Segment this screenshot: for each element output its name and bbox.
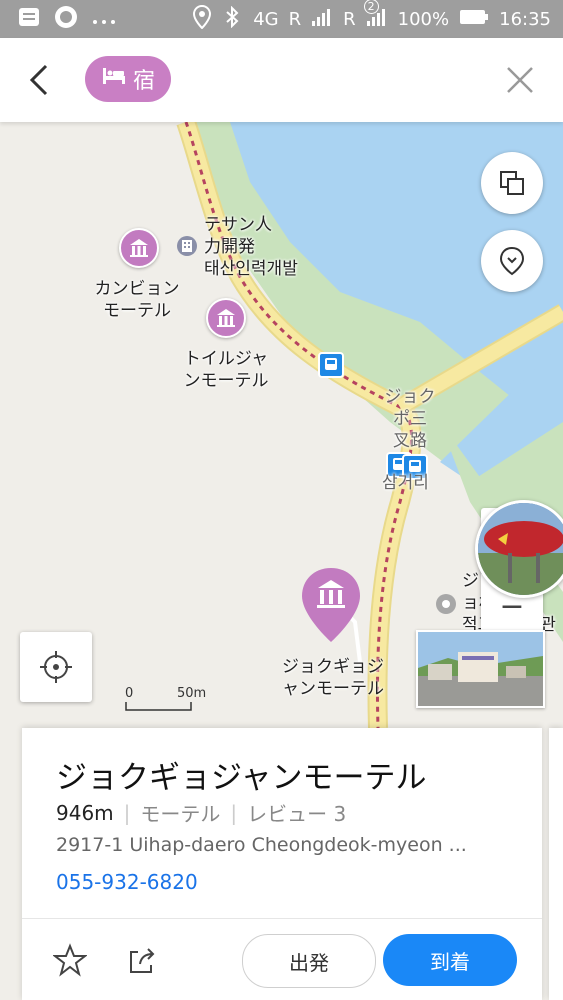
- building-icon: [217, 309, 235, 327]
- bed-icon: [101, 66, 127, 92]
- layers-icon: [500, 171, 524, 195]
- notes-icon: [18, 6, 40, 33]
- map-label-kangbyon: カンビョン モーテル: [94, 279, 180, 321]
- close-button[interactable]: [500, 60, 540, 100]
- next-card-peek[interactable]: [549, 728, 563, 1000]
- more-dots-icon: [92, 9, 116, 30]
- place-distance: 946m: [56, 800, 114, 825]
- star-icon: [53, 943, 87, 977]
- signal-icon-2: 2: [363, 0, 388, 32]
- roaming-indicator-1: R: [288, 8, 302, 30]
- place-meta: 946m | モーテル | レビュー 3: [56, 798, 346, 827]
- back-button[interactable]: [22, 60, 58, 100]
- my-location-button[interactable]: [20, 632, 92, 702]
- signal-icon-1: [311, 7, 333, 32]
- bluetooth-icon: [221, 5, 243, 33]
- status-bar: 4G R R 2 100% 16:35: [0, 0, 563, 38]
- location-icon: [193, 4, 212, 34]
- map-label-toil: トイルジャ ンモーテル: [183, 349, 269, 391]
- community-center-icon[interactable]: [436, 594, 456, 614]
- place-phone[interactable]: 055-932-6820: [56, 870, 198, 894]
- layers-button[interactable]: [481, 152, 543, 214]
- map-label-samgeori: 삼거리: [382, 473, 429, 493]
- map-label-jokpo: ジョク ポ三 叉路: [384, 387, 436, 451]
- top-bar: 宿: [0, 38, 563, 122]
- scale-distance: 50m: [177, 686, 207, 701]
- sim-badge: 2: [363, 0, 379, 14]
- map-scale: 0 50m: [125, 686, 206, 711]
- meta-divider-2: |: [230, 800, 238, 825]
- depart-button[interactable]: 出発: [242, 934, 376, 988]
- category-chip[interactable]: 宿: [85, 56, 171, 102]
- place-name: ジョクギョジャンモーテル: [56, 760, 427, 796]
- place-card[interactable]: ジョクギョジャンモーテル 946m | モーテル | レビュー 3 2917-1…: [22, 728, 542, 1000]
- pin-button[interactable]: [481, 230, 543, 292]
- map-pin-icon: [499, 246, 525, 276]
- building-icon: [130, 239, 148, 257]
- place-reviews[interactable]: レビュー 3: [247, 798, 346, 827]
- card-divider: [22, 918, 542, 919]
- arrive-button[interactable]: 到着: [383, 934, 517, 986]
- office-icon[interactable]: [177, 236, 197, 256]
- favorite-button[interactable]: [50, 940, 90, 980]
- place-category: モーテル: [140, 802, 221, 826]
- meta-divider: |: [123, 800, 131, 825]
- crosshair-icon: [40, 651, 72, 683]
- bus-stop-icon[interactable]: [318, 352, 344, 378]
- place-address: 2917-1 Uihap-daero Cheongdeok-myeon ...: [56, 834, 467, 856]
- battery-percent: 100%: [397, 8, 450, 30]
- category-chip-label: 宿: [132, 69, 155, 94]
- selected-place-marker[interactable]: [300, 566, 362, 644]
- share-icon: [130, 948, 155, 973]
- street-view-thumbnail[interactable]: [416, 630, 545, 708]
- roaming-indicator-2: R: [343, 8, 356, 30]
- clock: 16:35: [499, 8, 551, 30]
- back-arrow-icon: [29, 64, 48, 96]
- map-label-tesan-ja: テサン人 力開発: [204, 215, 272, 257]
- motel-marker-toil[interactable]: [206, 298, 246, 338]
- area-sign-badge[interactable]: [475, 500, 563, 598]
- map-label-jogyojang: ジョクギョジ ャンモーテル: [282, 657, 384, 699]
- network-type: 4G: [253, 8, 279, 30]
- close-icon: [507, 67, 533, 93]
- battery-icon: [459, 8, 489, 31]
- map-view[interactable]: テサン人 力開発 태산인력개발 カンビョン モーテル トイルジャ ンモーテル ジ…: [0, 122, 563, 728]
- share-button[interactable]: [122, 940, 162, 980]
- map-label-tesan-ko: 태산인력개발: [204, 259, 298, 279]
- record-icon: [54, 5, 78, 34]
- motel-marker-kangbyon[interactable]: [119, 228, 159, 268]
- scale-zero: 0: [125, 686, 134, 701]
